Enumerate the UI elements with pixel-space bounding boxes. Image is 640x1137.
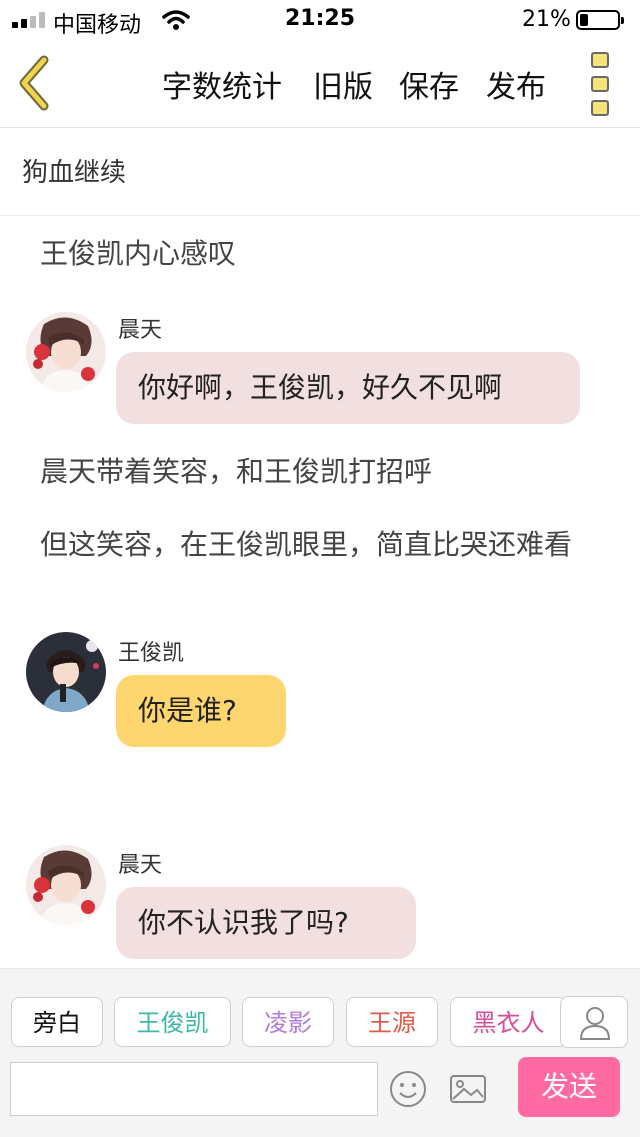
top-nav-bar: 字数统计 旧版 保存 发布 — [0, 40, 640, 128]
role-chip-wangyuan[interactable]: 王源 — [346, 997, 438, 1047]
send-button[interactable]: 发送 — [518, 1057, 620, 1117]
person-icon[interactable] — [560, 996, 628, 1048]
battery-percent: 21% — [522, 7, 571, 32]
dialog-bubble[interactable]: 你是谁? — [116, 675, 286, 747]
narration-line[interactable]: 王俊凯内心感叹 — [40, 237, 600, 271]
chapter-title[interactable]: 狗血继续 — [22, 152, 126, 189]
speaker-name: 晨天 — [118, 318, 163, 343]
role-chip-wangjunkai[interactable]: 王俊凯 — [114, 997, 231, 1047]
image-icon[interactable] — [448, 1069, 488, 1109]
status-bar: 中国移动 21:25 21% — [0, 0, 640, 40]
emoji-icon[interactable] — [388, 1069, 428, 1109]
divider — [0, 215, 640, 216]
more-menu-icon[interactable] — [584, 52, 616, 116]
narration-line[interactable]: 但这笑容，在王俊凯眼里，简直比哭还难看 — [40, 528, 600, 562]
battery-icon — [576, 10, 624, 30]
role-chip-lingying[interactable]: 凌影 — [242, 997, 334, 1047]
message-input[interactable] — [10, 1062, 378, 1116]
publish-button[interactable]: 发布 — [486, 62, 546, 106]
composer-panel: 旁白 王俊凯 凌影 王源 黑衣人 发送 — [0, 968, 640, 1137]
back-chevron-icon[interactable] — [14, 54, 58, 112]
narration-line[interactable]: 晨天带着笑容，和王俊凯打招呼 — [40, 455, 600, 489]
old-version-button[interactable]: 旧版 — [313, 62, 373, 106]
word-count-button[interactable]: 字数统计 — [162, 62, 282, 106]
avatar-chentian — [26, 845, 106, 925]
dialog-bubble[interactable]: 你好啊，王俊凯，好久不见啊 — [116, 352, 580, 424]
dialog-bubble[interactable]: 你不认识我了吗? — [116, 887, 416, 959]
speaker-name: 晨天 — [118, 853, 163, 878]
role-chip-heiyiren[interactable]: 黑衣人 — [450, 997, 567, 1047]
avatar-wangjunkai — [26, 632, 106, 712]
avatar-chentian — [26, 312, 106, 392]
speaker-name: 王俊凯 — [118, 641, 185, 666]
save-button[interactable]: 保存 — [399, 62, 459, 106]
role-chip-narrator[interactable]: 旁白 — [11, 997, 103, 1047]
